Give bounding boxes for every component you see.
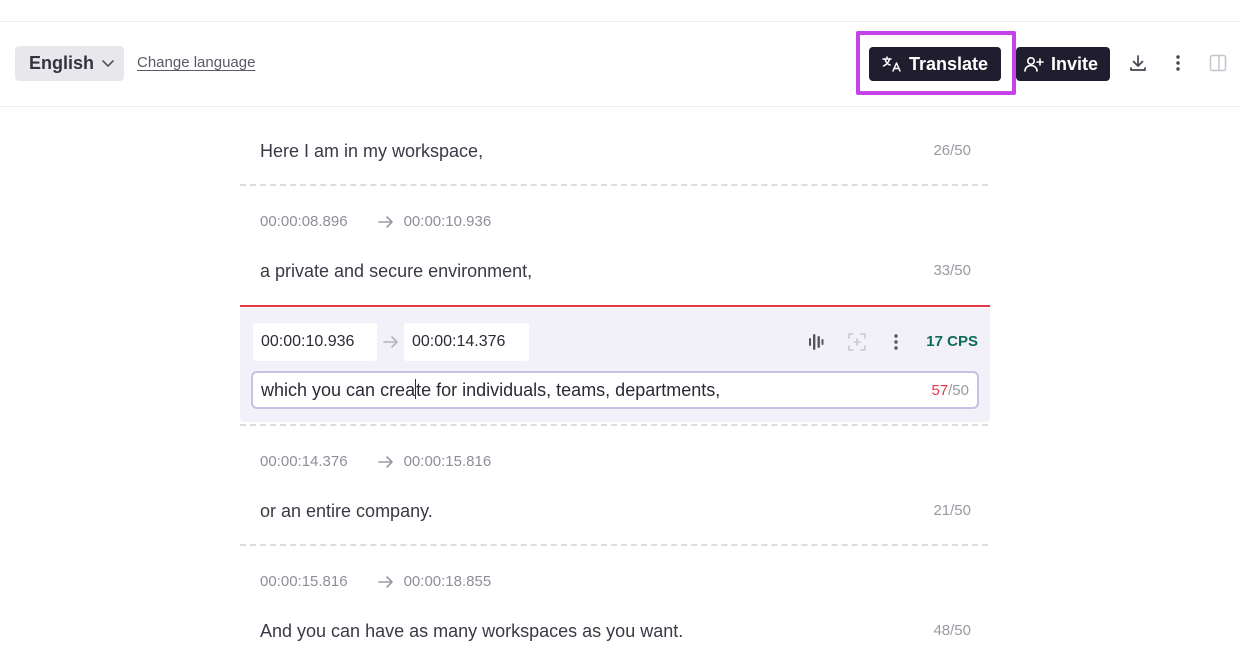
top-strip [0, 0, 1240, 22]
language-select[interactable]: English [15, 46, 124, 81]
start-time[interactable]: 00:00:14.376 [260, 453, 348, 470]
active-subtitle-segment[interactable]: 00:00:10.936 00:00:14.376 17 CPS which y… [240, 308, 990, 422]
char-count-max: /50 [948, 382, 969, 399]
translate-label: Translate [909, 53, 989, 74]
start-time[interactable]: 00:00:08.896 [260, 213, 348, 230]
arrow-right-icon [377, 215, 394, 229]
char-count: 48/50 [933, 622, 971, 639]
cps-indicator: 17 CPS [926, 333, 978, 350]
translate-button[interactable]: Translate [869, 47, 1001, 81]
char-count: 21/50 [933, 502, 971, 519]
playhead-line [240, 305, 990, 307]
translate-icon [882, 56, 909, 72]
invite-label: Invite [1051, 53, 1099, 74]
chevron-down-icon [102, 59, 114, 68]
panel-toggle-icon[interactable] [1207, 52, 1229, 74]
arrow-right-icon [377, 455, 394, 469]
language-label: English [29, 53, 95, 73]
segment-divider [240, 544, 988, 546]
char-count: 33/50 [933, 262, 971, 279]
segment-timecodes: 00:00:08.896 00:00:10.936 [260, 213, 491, 230]
end-time[interactable]: 00:00:10.936 [404, 213, 492, 230]
char-count: 57/50 [931, 382, 969, 399]
end-time[interactable]: 00:00:18.855 [404, 573, 492, 590]
segment-text[interactable]: Here I am in my workspace, [260, 141, 483, 162]
download-icon[interactable] [1127, 52, 1149, 74]
merge-icon[interactable] [848, 333, 866, 351]
start-time-input[interactable]: 00:00:10.936 [253, 323, 377, 361]
arrow-right-icon [377, 575, 394, 589]
start-time[interactable]: 00:00:15.816 [260, 573, 348, 590]
char-count: 26/50 [933, 142, 971, 159]
segment-timecodes: 00:00:14.376 00:00:15.816 [260, 453, 491, 470]
char-count-value: 57 [931, 382, 949, 399]
add-user-icon [1024, 56, 1051, 72]
subtitle-text-input[interactable]: which you can crea te for individuals, te… [251, 371, 979, 409]
change-language-link[interactable]: Change language [137, 54, 255, 71]
segment-timecodes: 00:00:15.816 00:00:18.855 [260, 573, 491, 590]
arrow-right-icon [383, 335, 399, 349]
end-time-input[interactable]: 00:00:14.376 [404, 323, 529, 361]
segment-text[interactable]: or an entire company. [260, 501, 433, 522]
waveform-icon[interactable] [808, 333, 824, 351]
segment-text[interactable]: And you can have as many workspaces as y… [260, 621, 683, 642]
more-vertical-icon[interactable] [1167, 52, 1189, 74]
text-before-caret: which you can crea [261, 379, 416, 400]
more-options-icon[interactable] [890, 333, 902, 351]
editor-toolbar: English Change language Translate Invite [0, 22, 1240, 107]
segment-divider [240, 424, 988, 426]
segment-divider [240, 184, 988, 186]
end-time[interactable]: 00:00:15.816 [404, 453, 492, 470]
text-after-caret: te for individuals, teams, departments, [416, 379, 721, 400]
segment-text[interactable]: a private and secure environment, [260, 261, 532, 282]
invite-button[interactable]: Invite [1016, 47, 1110, 81]
